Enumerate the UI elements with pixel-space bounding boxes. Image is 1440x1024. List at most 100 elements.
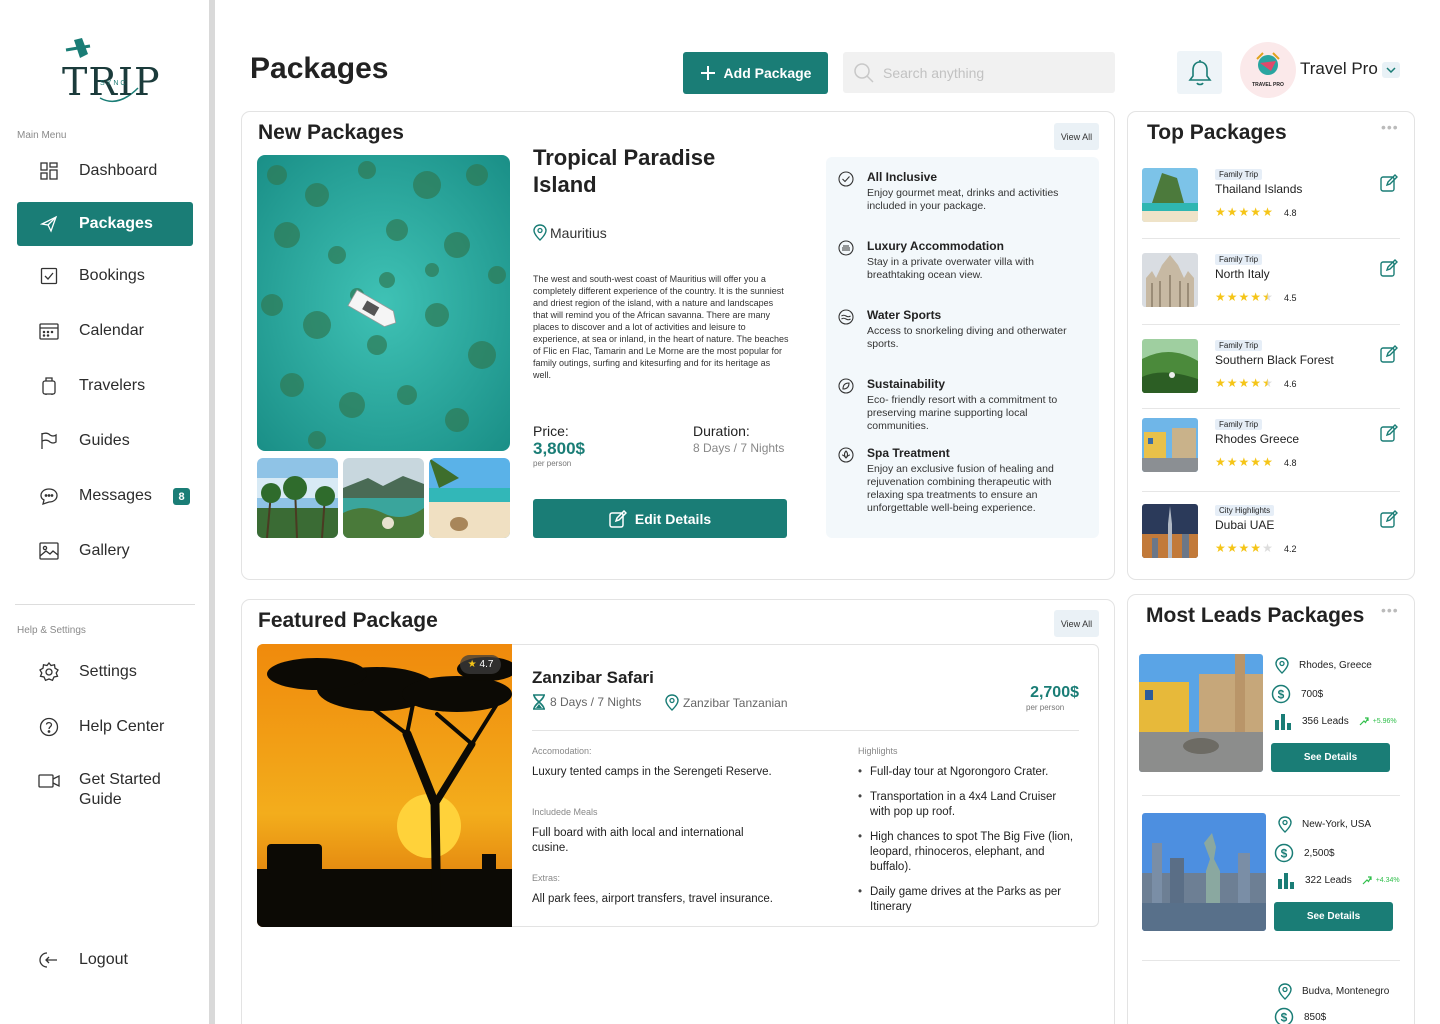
feature-description: Stay in a private overwater villa with b… xyxy=(867,256,1034,281)
sidebar-item-guides[interactable]: Guides xyxy=(17,419,193,463)
meals-text: Full board with aith local and internati… xyxy=(532,827,744,854)
sidebar-item-help-center[interactable]: Help Center xyxy=(17,705,193,749)
avatar[interactable]: TRAVEL PRO xyxy=(1240,42,1296,98)
extras-caption: Extras: xyxy=(532,873,561,883)
edit-icon[interactable] xyxy=(1380,345,1398,363)
bell-icon xyxy=(1187,59,1212,85)
sidebar-item-messages[interactable]: Messages 8 xyxy=(17,474,193,518)
edit-icon xyxy=(609,509,627,528)
edit-icon[interactable] xyxy=(1380,174,1398,192)
top-package-rating: 4.8 xyxy=(1284,458,1297,468)
plane-icon xyxy=(38,213,60,235)
top-packages-title: Top Packages xyxy=(1147,121,1287,144)
highlight-item: High chances to spot The Big Five (lion,… xyxy=(858,830,1078,875)
search-bar[interactable] xyxy=(843,52,1115,93)
star-icon: ★ xyxy=(1238,455,1250,469)
top-package-item[interactable]: City Highlights Dubai UAE ★ ★ ★ ★ ★ 4.2 xyxy=(1142,504,1402,564)
lead-location-text: Rhodes, Greece xyxy=(1299,660,1372,671)
edit-icon[interactable] xyxy=(1380,259,1398,277)
plus-icon xyxy=(700,66,715,80)
divider xyxy=(1142,795,1400,796)
profile-logo-text: TRAVEL PRO xyxy=(1252,82,1284,88)
featured-location: Zanzibar Tanzanian xyxy=(665,694,788,711)
trip-sync-logo[interactable]: TRIP SYNC xyxy=(58,36,160,110)
top-package-name: Rhodes Greece xyxy=(1215,432,1300,446)
lead-package-image[interactable] xyxy=(1142,813,1266,931)
location-pin-icon xyxy=(533,224,547,241)
sidebar-item-dashboard[interactable]: Dashboard xyxy=(17,149,193,193)
add-package-button[interactable]: Add Package xyxy=(683,52,828,94)
lead-count: 356 Leads +5.96% xyxy=(1274,712,1397,730)
search-input[interactable] xyxy=(883,64,1103,81)
lead-growth: +4.34% xyxy=(1375,876,1400,884)
package-thumbnail-palms[interactable] xyxy=(257,458,338,538)
top-package-item[interactable]: Family Trip Rhodes Greece ★ ★ ★ ★ ★ 4.8 xyxy=(1142,418,1402,478)
sidebar-item-travelers[interactable]: Travelers xyxy=(17,364,193,408)
star-icon: ★ xyxy=(1215,290,1226,304)
sidebar-item-calendar[interactable]: Calendar xyxy=(17,309,193,353)
edit-icon[interactable] xyxy=(1380,424,1398,442)
sidebar-item-logout[interactable]: Logout xyxy=(17,938,193,982)
calendar-icon xyxy=(38,320,60,342)
sidebar-item-get-started[interactable]: Get Started Guide xyxy=(17,768,193,816)
top-package-rating: 4.6 xyxy=(1284,379,1297,389)
divider xyxy=(1142,408,1400,409)
package-description: The west and south-west coast of Mauriti… xyxy=(533,274,789,380)
feature-description: Enjoy an exclusive fusion of healing and… xyxy=(867,463,1054,514)
lead-location-text: Budva, Montenegro xyxy=(1302,986,1390,997)
top-package-thumbnail xyxy=(1142,253,1198,307)
lead-package-image[interactable] xyxy=(1139,654,1263,772)
package-thumbnail-coast[interactable] xyxy=(343,458,424,538)
sidebar-item-label: Logout xyxy=(79,951,128,968)
location-pin-icon xyxy=(1278,816,1292,833)
accommodation-text: Luxury tented camps in the Serengeti Res… xyxy=(532,766,772,778)
new-packages-view-all-button[interactable]: View All xyxy=(1054,123,1099,150)
top-packages-more-icon[interactable]: ••• xyxy=(1381,119,1399,135)
lead-price-text: 2,500$ xyxy=(1304,847,1335,859)
see-details-button[interactable]: See Details xyxy=(1271,743,1390,772)
star-icon: ★ xyxy=(1262,290,1273,304)
see-details-button[interactable]: See Details xyxy=(1274,902,1393,931)
luggage-icon xyxy=(38,375,60,397)
lead-price-text: 850$ xyxy=(1304,1011,1327,1023)
sidebar-item-gallery[interactable]: Gallery xyxy=(17,529,193,573)
sidebar-item-settings[interactable]: Settings xyxy=(17,650,193,694)
sidebar-item-bookings[interactable]: Bookings xyxy=(17,254,193,298)
sidebar-item-packages[interactable]: Packages xyxy=(17,202,193,246)
divider xyxy=(1142,324,1400,325)
profile-name[interactable]: Travel Pro xyxy=(1300,59,1378,79)
star-icon: ★ xyxy=(1226,455,1238,469)
divider xyxy=(1142,960,1400,961)
featured-view-all-button[interactable]: View All xyxy=(1054,610,1099,637)
package-main-image[interactable] xyxy=(257,155,510,451)
sidebar-divider xyxy=(15,604,195,605)
top-package-rating: 4.8 xyxy=(1284,208,1297,218)
chat-bubble-icon xyxy=(38,485,60,507)
top-package-name: North Italy xyxy=(1215,267,1270,281)
star-icon: ★ xyxy=(1250,541,1262,555)
featured-divider xyxy=(532,730,1079,731)
messages-count-badge: 8 xyxy=(173,488,190,505)
star-icon: ★ xyxy=(1262,455,1273,469)
svg-text:$: $ xyxy=(1278,688,1285,702)
most-leads-more-icon[interactable]: ••• xyxy=(1381,602,1399,618)
star-icon: ★ xyxy=(1250,290,1262,304)
notifications-button[interactable] xyxy=(1177,51,1222,94)
trend-up-icon xyxy=(1359,717,1369,726)
image-icon xyxy=(38,540,60,562)
top-package-item[interactable]: Family Trip Thailand Islands ★ ★ ★ ★ ★ 4.8 xyxy=(1142,168,1402,228)
edit-details-button[interactable]: Edit Details xyxy=(533,499,787,538)
top-package-item[interactable]: Family Trip Southern Black Forest ★ ★ ★ ★ ★ … xyxy=(1142,339,1402,399)
package-thumbnail-beach[interactable] xyxy=(429,458,510,538)
package-price: 3,800$ xyxy=(533,439,585,458)
feature-description: Eco- friendly resort with a commitment t… xyxy=(867,394,1058,432)
profile-dropdown-toggle[interactable] xyxy=(1382,62,1400,78)
extras-text: All park fees, airport transfers, travel… xyxy=(532,893,773,905)
featured-package-image[interactable] xyxy=(257,644,512,927)
features-panel: All Inclusive Enjoy gourmet meat, drinks… xyxy=(826,157,1099,538)
feature-title: Sustainability xyxy=(867,377,946,391)
edit-icon[interactable] xyxy=(1380,510,1398,528)
star-icon: ★ xyxy=(1250,455,1262,469)
sidebar: TRIP SYNC Main Menu Dashboard Packages B… xyxy=(0,0,210,1024)
top-package-item[interactable]: Family Trip North Italy ★ ★ ★ ★ ★ 4.5 xyxy=(1142,253,1402,313)
